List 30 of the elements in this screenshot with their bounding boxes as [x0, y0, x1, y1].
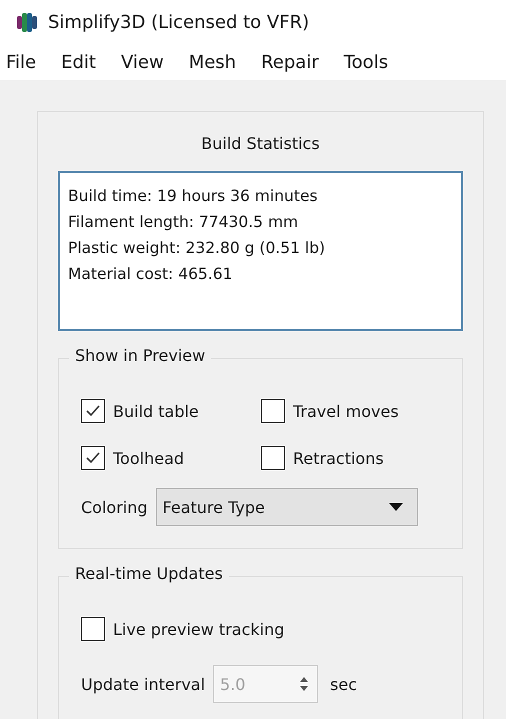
- menu-item[interactable]: Tools: [344, 52, 388, 80]
- dropdown-arrow-icon: [388, 503, 403, 511]
- group-title: Real-time Updates: [69, 564, 229, 583]
- statistics-line: Plastic weight: 232.80 g (0.51 lb): [68, 238, 326, 259]
- statistics-line: Filament length: 77430.5 mm: [68, 212, 300, 233]
- checkbox-label[interactable]: Travel moves: [293, 402, 399, 420]
- coloring-dropdown[interactable]: Feature Type: [156, 488, 418, 526]
- checkbox[interactable]: [81, 446, 105, 470]
- checkbox[interactable]: [261, 446, 285, 470]
- statistics-line: Material cost: 465.61: [68, 264, 234, 285]
- unit-label: sec: [330, 674, 358, 694]
- spin-arrows-icon: [299, 675, 310, 693]
- menu-item[interactable]: Mesh: [188, 52, 236, 80]
- checkbox-label[interactable]: Live preview tracking: [113, 620, 284, 638]
- menu-item[interactable]: File: [6, 52, 36, 80]
- app-logo-icon: [16, 11, 38, 33]
- checkbox[interactable]: [81, 399, 105, 423]
- statistics-line: Build time: 19 hours 36 minutes: [68, 186, 319, 207]
- coloring-label: Coloring: [81, 498, 148, 516]
- menu-item[interactable]: Edit: [61, 52, 96, 80]
- checkbox-label[interactable]: Build table: [113, 402, 199, 420]
- checkbox[interactable]: [81, 617, 105, 641]
- menu-item[interactable]: Repair: [261, 52, 319, 80]
- update-interval-label: Update interval: [81, 674, 206, 694]
- checkbox[interactable]: [261, 399, 285, 423]
- panel-title: Build Statistics: [200, 133, 321, 155]
- menu-item[interactable]: View: [120, 52, 164, 80]
- window-title: Simplify3D (Licensed to VFR): [48, 12, 310, 32]
- checkbox-label[interactable]: Retractions: [293, 448, 384, 468]
- checkbox-label[interactable]: Toolhead: [113, 448, 184, 468]
